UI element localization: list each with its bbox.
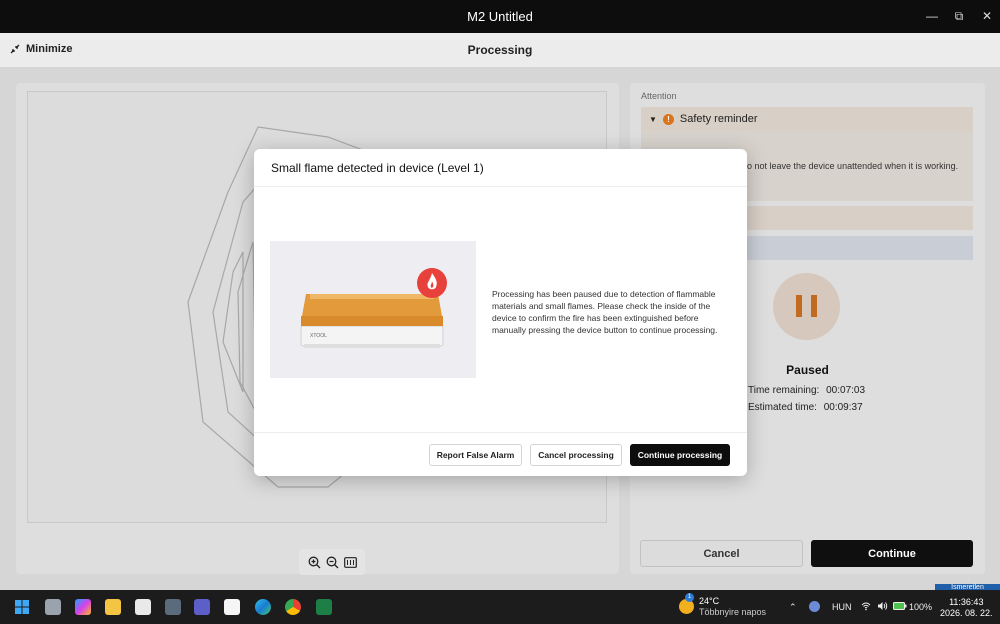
window-title: M2 Untitled [467,9,533,24]
page-title: Processing [467,43,533,57]
clock[interactable]: 11:36:43 2026. 08. 22. [940,597,993,619]
calculator-icon[interactable] [165,599,181,615]
excel-icon[interactable] [316,599,332,615]
clock-time: 11:36:43 [949,597,984,607]
estimated-time-label: Estimated time: [748,402,817,413]
store-icon[interactable] [135,599,151,615]
weather-widget[interactable]: 1 24°C Többnyire napos [679,593,767,618]
edge-icon[interactable] [255,599,271,615]
estimated-time: Estimated time: 00:09:37 [748,402,863,413]
network-app-icon[interactable] [809,601,820,612]
pause-status-icon [773,273,840,340]
battery-icon[interactable] [893,602,907,610]
report-false-alarm-button[interactable]: Report False Alarm [429,444,522,466]
window-restore-button[interactable]: ⧉ [949,9,969,24]
flame-alert-dialog: Small flame detected in device (Level 1)… [254,149,747,476]
teams-icon[interactable] [194,599,210,615]
language-indicator[interactable]: HUN [832,602,852,612]
chrome-icon[interactable] [285,599,301,615]
start-icon[interactable] [14,599,30,615]
app-header: Minimize Processing [0,33,1000,67]
device-illustration: XTOOL [270,241,476,378]
warning-icon: ! [662,113,674,125]
time-remaining-value: 00:07:03 [826,385,866,396]
cancel-button[interactable]: Cancel [640,540,803,567]
weather-badge: 1 [685,593,694,602]
continue-button[interactable]: Continue [811,540,973,567]
chevron-up-icon[interactable]: ⌃ [789,602,797,613]
safety-reminder-toggle[interactable]: ▼ ! Safety reminder [641,107,973,131]
continue-processing-button[interactable]: Continue processing [630,444,730,466]
safety-reminder-label: Safety reminder [679,113,758,125]
copilot-icon[interactable] [75,599,91,615]
weather-desc: Többnyire napos [699,607,767,617]
zoom-out-icon[interactable] [326,556,339,569]
device-brand-text: XTOOL [310,333,327,339]
time-remaining: Time remaining: 00:07:03 [748,385,865,396]
app-icon[interactable] [224,599,240,615]
file-explorer-icon[interactable] [105,599,121,615]
zoom-toolbar [299,549,365,575]
title-bar: M2 Untitled — ⧉ ✕ [0,0,1000,33]
safety-reminder-text: o not leave the device unattended when i… [747,161,959,171]
taskbar: 1 24°C Többnyire napos ⌃ HUN 100% 11:36:… [0,590,1000,624]
wifi-icon[interactable] [861,601,871,611]
weather-temp: 24°C [699,596,720,606]
battery-level: 100% [909,602,933,612]
laser-device-image: XTOOL [300,268,447,348]
divider [254,186,747,187]
clock-date: 2026. 08. 22. [940,608,993,618]
caret-down-icon: ▼ [649,114,657,124]
fit-screen-icon[interactable] [343,556,357,568]
zoom-in-icon[interactable] [308,556,321,569]
dialog-title: Small flame detected in device (Level 1) [271,161,484,175]
dialog-message: Processing has been paused due to detect… [492,289,718,335]
estimated-time-value: 00:09:37 [823,402,863,413]
divider [254,432,747,433]
task-view-icon[interactable] [45,599,61,615]
window-minimize-button[interactable]: — [922,9,942,23]
volume-icon[interactable] [877,601,888,611]
cancel-processing-button[interactable]: Cancel processing [530,444,622,466]
window-close-button[interactable]: ✕ [977,9,997,23]
attention-label: Attention [641,91,677,101]
time-remaining-label: Time remaining: [748,385,820,396]
